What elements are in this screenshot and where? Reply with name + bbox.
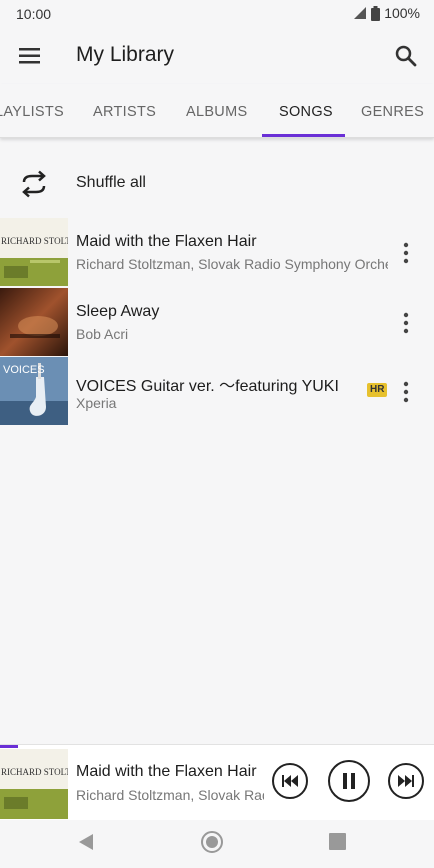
- album-art-text: RICHARD STOLTZMAN: [1, 236, 68, 246]
- menu-icon[interactable]: [16, 42, 44, 70]
- song-title: VOICES Guitar ver. 〜featuring YUKI: [76, 378, 339, 395]
- hi-res-badge: HR: [367, 383, 388, 397]
- library-tabs: PLAYLISTS ARTISTS ALBUMS SONGS GENRES: [0, 84, 434, 138]
- more-options-icon[interactable]: [396, 312, 416, 334]
- tab-songs[interactable]: SONGS: [279, 104, 333, 120]
- system-nav-bar: [0, 820, 434, 868]
- tab-genres[interactable]: GENRES: [361, 104, 424, 120]
- song-row[interactable]: Sleep Away Bob Acri: [0, 288, 434, 357]
- mini-player[interactable]: RICHARD STOLTZMAN Maid with the Flaxen H…: [0, 744, 434, 820]
- now-playing-artist: Richard Stoltzman, Slovak Radio Symphony…: [76, 787, 264, 803]
- song-artist: Xperia: [76, 395, 117, 411]
- more-options-icon[interactable]: [396, 381, 416, 403]
- skip-previous-icon: [282, 775, 298, 787]
- status-time: 10:00: [16, 6, 52, 22]
- tab-playlists[interactable]: PLAYLISTS: [0, 104, 64, 120]
- next-button[interactable]: [388, 763, 424, 799]
- now-playing-title: Maid with the Flaxen Hair: [76, 763, 257, 780]
- status-icons: 100%: [353, 5, 420, 21]
- album-art: [0, 288, 68, 356]
- back-icon[interactable]: [77, 833, 95, 851]
- battery-icon: [371, 5, 381, 21]
- pause-button[interactable]: [328, 760, 370, 802]
- song-row[interactable]: VOICES VOICES Guitar ver. 〜featuring YUK…: [0, 357, 434, 426]
- playback-progress: [0, 745, 18, 748]
- song-title: Sleep Away: [76, 303, 160, 320]
- song-title: Maid with the Flaxen Hair: [76, 233, 257, 250]
- tab-artists[interactable]: ARTISTS: [93, 104, 156, 120]
- album-art: VOICES: [0, 357, 68, 425]
- album-art-text: VOICES: [3, 364, 45, 376]
- recents-icon[interactable]: [329, 833, 346, 850]
- status-bar: 10:00 100%: [0, 0, 434, 28]
- app-bar: My Library: [0, 28, 434, 84]
- home-icon[interactable]: [200, 830, 224, 854]
- tab-albums[interactable]: ALBUMS: [186, 104, 247, 120]
- more-options-icon[interactable]: [396, 242, 416, 264]
- song-artist: Richard Stoltzman, Slovak Radio Symphony…: [76, 256, 388, 272]
- album-art-text: RICHARD STOLTZMAN: [1, 767, 68, 777]
- previous-button[interactable]: [272, 763, 308, 799]
- page-title: My Library: [76, 43, 175, 66]
- search-icon[interactable]: [392, 42, 420, 70]
- pause-icon: [343, 773, 355, 789]
- now-playing-art: RICHARD STOLTZMAN: [0, 749, 68, 819]
- album-art: RICHARD STOLTZMAN: [0, 218, 68, 286]
- shuffle-all-label: Shuffle all: [76, 174, 146, 191]
- song-row[interactable]: RICHARD STOLTZMAN Maid with the Flaxen H…: [0, 218, 434, 287]
- song-artist: Bob Acri: [76, 326, 129, 342]
- shuffle-repeat-icon: [22, 170, 46, 198]
- shuffle-all-row[interactable]: Shuffle all: [0, 158, 434, 210]
- skip-next-icon: [398, 775, 414, 787]
- battery-percent: 100%: [384, 5, 420, 21]
- active-tab-indicator: [262, 134, 345, 137]
- signal-icon: [354, 7, 367, 19]
